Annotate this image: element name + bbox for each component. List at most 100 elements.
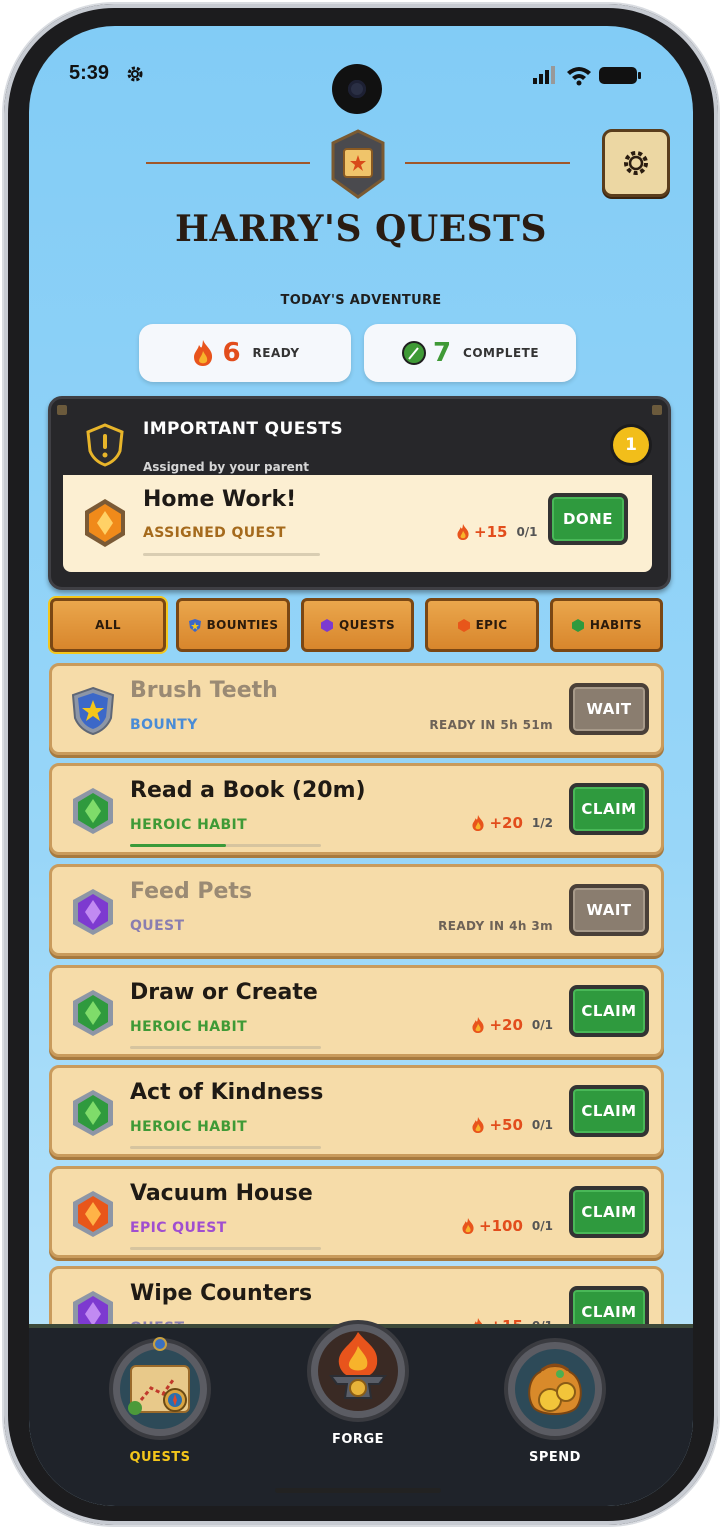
claim-button[interactable]: CLAIM (569, 1186, 649, 1238)
quest-card-brush-teeth[interactable]: Brush Teeth BOUNTY READY IN 5h 51m WAIT (49, 663, 664, 755)
quest-name: Brush Teeth (130, 678, 278, 703)
quest-type: QUEST (130, 918, 185, 934)
nav-label: SPEND (529, 1450, 581, 1465)
quest-card-vacuum-house[interactable]: Vacuum House EPIC QUEST +100 0/1 CLAIM (49, 1166, 664, 1258)
reward-progress: 0/1 (516, 525, 538, 539)
reward-progress: 0/1 (531, 1018, 553, 1032)
fire-icon (472, 1017, 485, 1033)
wifi-icon (567, 67, 591, 86)
scroll-emblem-icon (331, 129, 385, 199)
quest-type: BOUNTY (130, 717, 198, 733)
battery-icon (599, 67, 641, 84)
gear-icon (624, 151, 648, 175)
ready-stat: 6 READY (139, 324, 351, 382)
nav-spend[interactable]: SPEND (500, 1336, 610, 1465)
wait-button[interactable]: WAIT (569, 683, 649, 735)
claim-button[interactable]: CLAIM (569, 783, 649, 835)
fire-icon (472, 1117, 485, 1133)
quest-name: Draw or Create (130, 980, 318, 1005)
complete-count: 7 (432, 338, 452, 368)
quest-progress-bar (130, 844, 321, 847)
reward-progress: 0/1 (531, 1219, 553, 1233)
green-gem-icon (73, 990, 113, 1036)
star-shield-icon (188, 618, 201, 632)
quest-name: Read a Book (20m) (130, 778, 366, 803)
reward-points: +20 (489, 814, 523, 832)
fire-icon (462, 1218, 474, 1234)
tab-label: ALL (95, 618, 121, 632)
page-subtitle: TODAY'S ADVENTURE (280, 293, 442, 308)
complete-label: COMPLETE (463, 346, 540, 360)
important-title: IMPORTANT QUESTS (143, 419, 344, 439)
quest-card-read-a-book[interactable]: Read a Book (20m) HEROIC HABIT +20 1/2 C… (49, 763, 664, 855)
ready-in-text: READY IN 4h 3m (438, 919, 553, 933)
green-gem-icon (571, 618, 584, 632)
nav-quests[interactable]: QUESTS (105, 1336, 215, 1465)
wait-button[interactable]: WAIT (569, 884, 649, 936)
green-gem-icon (73, 1090, 113, 1136)
reward-progress: 0/1 (531, 1118, 553, 1132)
status-icons (533, 66, 641, 86)
treasure-map-icon (109, 1337, 211, 1440)
rivet (57, 405, 67, 415)
quest-reward: +20 1/2 (470, 814, 553, 832)
quest-progress-bar (130, 1046, 321, 1049)
purple-gem-icon (73, 889, 113, 935)
tab-label: QUESTS (338, 618, 395, 632)
tab-habits[interactable]: HABITS (550, 598, 663, 652)
assigned-quest-card: Home Work! ASSIGNED QUEST +15 0/1 DONE (63, 475, 652, 572)
nav-forge[interactable]: FORGE (303, 1318, 413, 1447)
quest-reward: +100 0/1 (460, 1217, 553, 1235)
tab-epic[interactable]: EPIC (425, 598, 539, 652)
star-shield-icon (71, 686, 115, 736)
quest-name: Act of Kindness (130, 1080, 324, 1105)
tab-bounties[interactable]: BOUNTIES (176, 598, 290, 652)
checkmark-icon (401, 341, 426, 365)
status-time: 5:39 (69, 62, 110, 84)
settings-button[interactable] (602, 129, 670, 197)
anvil-forge-icon (307, 1320, 409, 1422)
tab-quests[interactable]: QUESTS (301, 598, 414, 652)
app-screen: 5:39 HARRY'S QUESTS TODAY'S ADVENTURE 6 … (29, 26, 693, 1506)
assigned-quest-progress-bar (143, 553, 320, 556)
quest-name: Feed Pets (130, 879, 253, 904)
ready-label: READY (252, 346, 300, 360)
orange-gem-icon (73, 1191, 113, 1237)
bottom-nav: QUESTS FORGE SPEND (29, 1320, 693, 1506)
quest-reward: +50 0/1 (470, 1116, 553, 1134)
assigned-quest-name: Home Work! (143, 487, 297, 512)
quest-type: HEROIC HABIT (130, 1119, 248, 1135)
header-divider-left (146, 162, 310, 164)
done-button[interactable]: DONE (548, 493, 628, 545)
tab-all[interactable]: ALL (50, 598, 166, 652)
quest-type: HEROIC HABIT (130, 1019, 248, 1035)
fire-icon (194, 340, 213, 366)
reward-points: +20 (489, 1016, 523, 1034)
reward-points: +100 (479, 1217, 523, 1235)
camera-cutout (332, 64, 382, 114)
tab-label: BOUNTIES (206, 618, 279, 632)
fire-icon (457, 524, 469, 540)
fire-icon (472, 815, 485, 831)
quest-card-draw-or-create[interactable]: Draw or Create HEROIC HABIT +20 0/1 CLAI… (49, 965, 664, 1057)
coin-pouch-icon (504, 1338, 606, 1440)
ready-count: 6 (222, 338, 241, 368)
orange-gem-icon (457, 618, 470, 632)
important-subtitle: Assigned by your parent (143, 460, 310, 474)
orange-gem-icon (85, 499, 125, 547)
claim-button[interactable]: CLAIM (569, 1085, 649, 1137)
quest-type: EPIC QUEST (130, 1220, 227, 1236)
quest-reward: +20 0/1 (470, 1016, 553, 1034)
important-quests-panel: IMPORTANT QUESTS Assigned by your parent… (48, 396, 671, 590)
quest-card-feed-pets[interactable]: Feed Pets QUEST READY IN 4h 3m WAIT (49, 864, 664, 956)
phone-frame: 5:39 HARRY'S QUESTS TODAY'S ADVENTURE 6 … (4, 4, 718, 1525)
tab-label: EPIC (475, 618, 508, 632)
alert-shield-icon (86, 423, 124, 467)
claim-button[interactable]: CLAIM (569, 985, 649, 1037)
ready-in-text: READY IN 5h 51m (429, 718, 553, 732)
reward-progress: 1/2 (531, 816, 553, 830)
quest-card-act-of-kindness[interactable]: Act of Kindness HEROIC HABIT +50 0/1 CLA… (49, 1065, 664, 1157)
rivet (652, 405, 662, 415)
purple-gem-icon (320, 618, 333, 632)
complete-stat: 7 COMPLETE (364, 324, 576, 382)
